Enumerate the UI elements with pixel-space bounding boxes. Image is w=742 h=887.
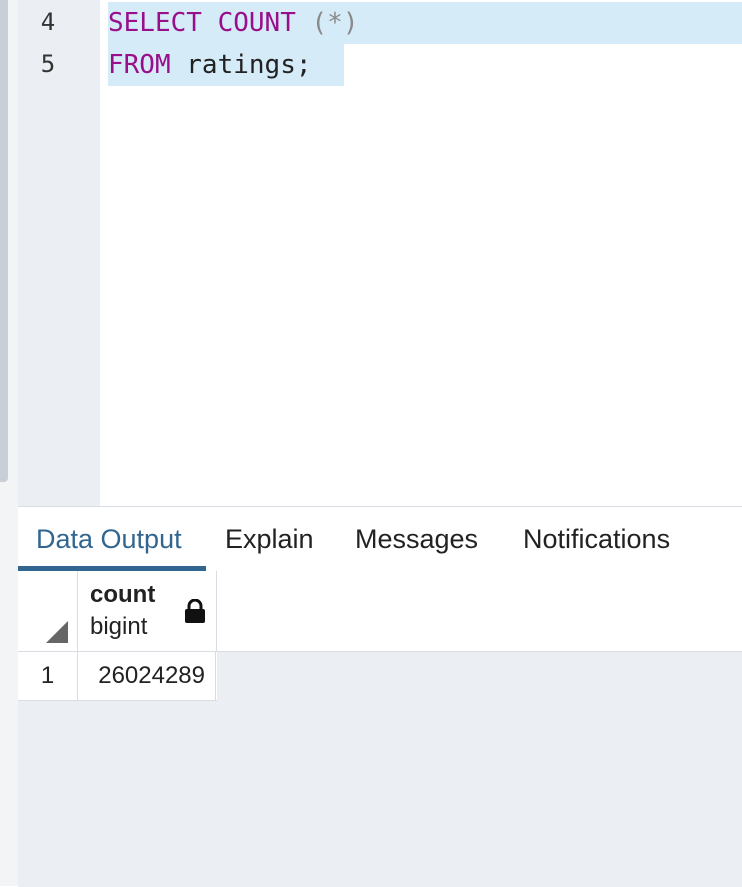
table-row[interactable]: 1 26024289 — [18, 652, 217, 701]
code-line[interactable]: SELECT COUNT (*) — [108, 2, 358, 44]
column-header-count[interactable]: count bigint — [78, 571, 217, 651]
line-number-gutter: 4 5 — [18, 0, 100, 506]
grid-header-row: count bigint — [18, 571, 742, 652]
tab-explain[interactable]: Explain — [225, 521, 314, 557]
sql-editor[interactable]: 4 5 SELECT COUNT (*) FROM ratings; — [18, 0, 742, 506]
sql-identifier: ratings; — [186, 50, 312, 80]
data-grid: count bigint 1 26024289 — [18, 571, 742, 887]
tab-messages[interactable]: Messages — [355, 521, 478, 557]
column-name: count — [90, 581, 156, 608]
sql-punctuation: (*) — [311, 8, 359, 38]
sql-keyword: FROM — [108, 50, 171, 80]
column-type: bigint — [90, 613, 148, 640]
code-line[interactable]: FROM ratings; — [108, 44, 312, 86]
lock-icon — [185, 599, 205, 623]
row-number: 1 — [18, 652, 78, 700]
table-cell[interactable]: 26024289 — [78, 652, 216, 700]
results-tab-bar: Data Output Explain Messages Notificatio… — [18, 507, 742, 572]
sql-keyword: SELECT — [108, 8, 202, 38]
results-panel: Data Output Explain Messages Notificatio… — [18, 506, 742, 887]
select-all-cell[interactable] — [18, 571, 78, 651]
line-number: 5 — [40, 50, 56, 78]
tab-notifications[interactable]: Notifications — [523, 521, 670, 557]
corner-triangle-icon — [46, 621, 68, 643]
sql-function: COUNT — [217, 8, 296, 38]
tab-data-output[interactable]: Data Output — [36, 521, 182, 557]
left-scrollbar-thumb[interactable] — [0, 0, 8, 482]
line-number: 4 — [40, 8, 56, 36]
left-scrollbar[interactable] — [0, 0, 19, 886]
